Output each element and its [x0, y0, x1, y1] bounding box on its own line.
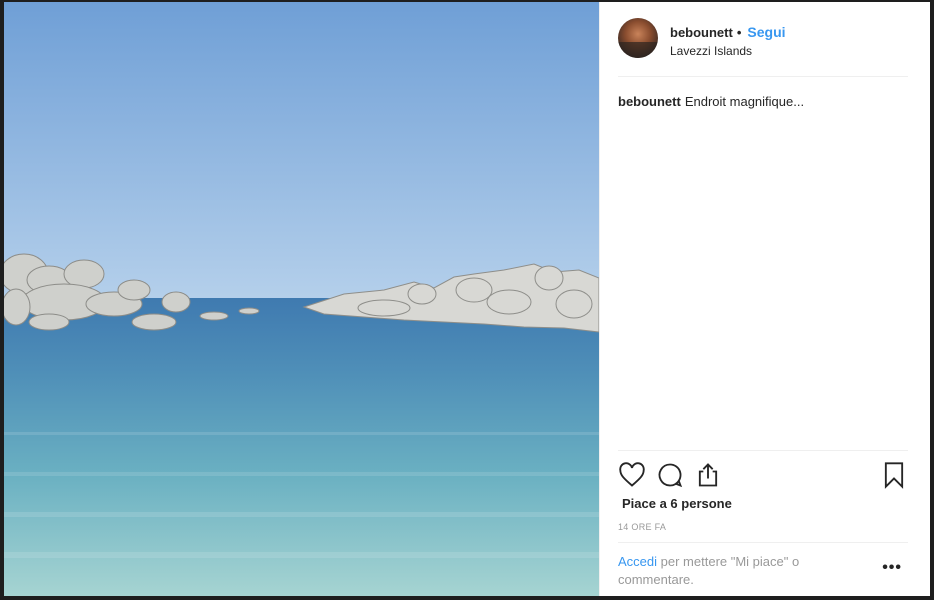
follow-button[interactable]: Segui [747, 24, 785, 40]
beach-photo [4, 2, 599, 596]
login-link[interactable]: Accedi [618, 554, 657, 569]
share-icon[interactable] [694, 461, 722, 489]
caption-username[interactable]: bebounett [618, 94, 681, 109]
action-bar [618, 450, 908, 497]
username-link[interactable]: bebounett [670, 25, 733, 40]
post-modal: bebounett • Segui Lavezzi Islands beboun… [4, 2, 930, 596]
comment-footer: Accedi per mettere "Mi piace" o commenta… [618, 542, 908, 597]
post-sidebar: bebounett • Segui Lavezzi Islands beboun… [599, 2, 930, 596]
bookmark-icon[interactable] [880, 461, 908, 489]
post-photo[interactable] [4, 2, 599, 596]
comment-icon[interactable] [656, 461, 684, 489]
likes-count[interactable]: Piace a 6 persone [622, 496, 732, 511]
separator-dot: • [736, 24, 742, 40]
more-options-icon[interactable]: ••• [882, 559, 902, 577]
login-prompt: Accedi per mettere "Mi piace" o commenta… [618, 553, 838, 589]
post-header: bebounett • Segui Lavezzi Islands [618, 18, 908, 77]
caption-text: Endroit magnifique... [684, 94, 805, 109]
post-timestamp: 14 ORE FA [618, 522, 667, 532]
heart-icon[interactable] [618, 461, 646, 489]
avatar[interactable] [618, 18, 658, 58]
post-caption: bebounett Endroit magnifique... [618, 94, 908, 109]
location-link[interactable]: Lavezzi Islands [670, 44, 786, 58]
